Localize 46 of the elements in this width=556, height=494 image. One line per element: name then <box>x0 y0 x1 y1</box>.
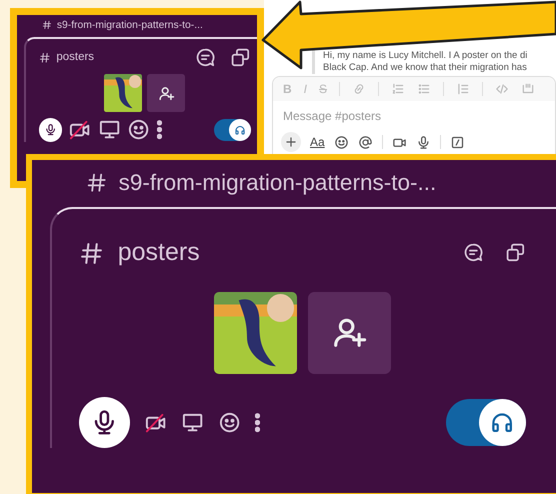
thread-icon <box>195 46 216 68</box>
camera-icon <box>68 118 92 142</box>
emoji-icon <box>127 118 151 142</box>
emoji-icon <box>218 410 242 434</box>
huddle-channel-name: posters <box>56 50 94 65</box>
add-person-button[interactable] <box>147 74 186 112</box>
headphones-icon <box>234 124 246 136</box>
code-icon <box>495 82 510 96</box>
more-button[interactable] <box>254 410 260 434</box>
hash-icon <box>79 240 104 266</box>
add-person-button[interactable] <box>308 292 391 374</box>
huddle-channel-name: posters <box>118 237 200 268</box>
emoji-icon <box>334 134 349 150</box>
screen-share-icon <box>98 118 122 142</box>
more-button[interactable] <box>156 118 162 142</box>
hash-icon <box>38 52 50 64</box>
thread-icon <box>462 242 484 264</box>
popout-icon <box>230 46 252 68</box>
avatar-circle <box>266 294 294 322</box>
plus-icon <box>284 135 298 149</box>
reaction-button[interactable] <box>127 118 151 142</box>
popout-icon <box>505 242 526 264</box>
numbered-list-icon <box>391 82 406 96</box>
reaction-button[interactable] <box>218 410 242 434</box>
more-icon <box>254 410 260 434</box>
microphone-button[interactable] <box>38 118 62 142</box>
headphones-toggle[interactable] <box>446 398 526 446</box>
mention-icon <box>358 134 373 150</box>
microphone-icon <box>44 123 57 136</box>
channel-title[interactable]: s9-from-migration-patterns-to-... <box>118 166 436 200</box>
hash-icon <box>86 172 108 194</box>
text-format-button[interactable]: Aa <box>310 133 325 151</box>
bird-drawing <box>116 78 133 108</box>
microphone-icon <box>416 134 431 150</box>
avatar-circle <box>128 75 142 88</box>
shortcut-icon <box>450 134 465 150</box>
bulleted-list-icon <box>417 82 432 96</box>
attach-button[interactable] <box>281 132 301 152</box>
quote-icon <box>456 82 470 96</box>
headphones-toggle[interactable] <box>214 118 252 141</box>
add-person-icon <box>158 84 176 102</box>
hash-icon <box>42 20 52 30</box>
code-block-icon <box>521 82 536 96</box>
more-icon <box>156 118 162 142</box>
channel-title[interactable]: s9-from-migration-patterns-to-... <box>56 18 203 34</box>
bird-drawing <box>239 298 276 366</box>
